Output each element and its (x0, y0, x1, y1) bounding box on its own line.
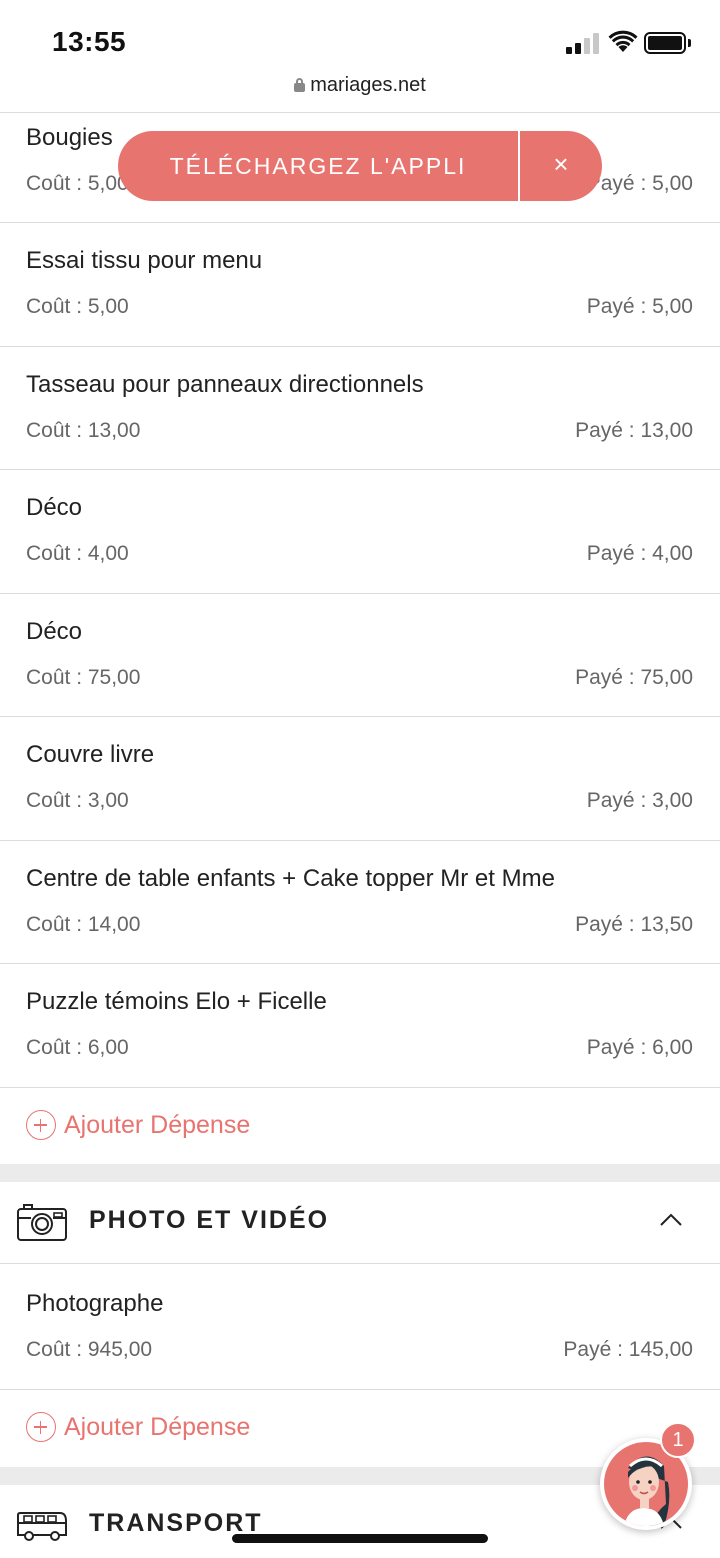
signal-icon (566, 32, 600, 54)
expense-row[interactable]: Puzzle témoins Elo + Ficelle Coût : 6,00… (0, 964, 720, 1088)
expense-row[interactable]: Couvre livre Coût : 3,00 Payé : 3,00 (0, 717, 720, 841)
chevron-up-icon[interactable] (658, 1212, 684, 1228)
add-expense-button[interactable]: Ajouter Dépense (26, 1412, 250, 1442)
expense-paid: Payé : 5,00 (586, 172, 693, 195)
expense-cost: Coût : 945,00 (26, 1338, 153, 1361)
expense-name: Couvre livre (26, 741, 155, 768)
expense-paid: Payé : 13,50 (575, 913, 693, 936)
wifi-icon (608, 30, 638, 52)
app-download-banner: TÉLÉCHARGEZ L'APPLI × (118, 131, 602, 201)
add-expense-label: Ajouter Dépense (64, 1412, 251, 1441)
expense-row[interactable]: Tasseau pour panneaux directionnels Coût… (0, 347, 720, 470)
expense-name: Photographe (26, 1290, 164, 1317)
add-expense-label: Ajouter Dépense (64, 1110, 251, 1139)
expense-cost: Coût : 13,00 (26, 419, 141, 442)
expense-row[interactable]: Déco Coût : 75,00 Payé : 75,00 (0, 594, 720, 717)
expense-cost: Coût : 14,00 (26, 913, 141, 936)
expense-cost: Coût : 5,00 (26, 172, 129, 195)
lock-icon (294, 78, 306, 92)
expense-name: Centre de table enfants + Cake topper Mr… (26, 865, 555, 892)
add-expense-button[interactable]: Ajouter Dépense (26, 1110, 250, 1140)
plus-circle-icon (26, 1110, 56, 1140)
expense-cost: Coût : 75,00 (26, 666, 141, 689)
notification-badge: 1 (660, 1422, 696, 1458)
expense-row[interactable]: Déco Coût : 4,00 Payé : 4,00 (0, 470, 720, 594)
expense-row[interactable]: Centre de table enfants + Cake topper Mr… (0, 841, 720, 964)
plus-circle-icon (26, 1412, 56, 1442)
expense-name: Déco (26, 494, 83, 521)
expense-name: Bougies (26, 124, 113, 151)
bus-icon (17, 1512, 67, 1541)
expense-cost: Coût : 3,00 (26, 789, 129, 812)
section-title: PHOTO ET VIDÉO (89, 1206, 330, 1234)
download-app-button[interactable]: TÉLÉCHARGEZ L'APPLI (118, 131, 518, 201)
expense-paid: Payé : 145,00 (563, 1338, 693, 1361)
expense-paid: Payé : 4,00 (586, 542, 693, 565)
expense-name: Tasseau pour panneaux directionnels (26, 371, 424, 398)
expense-paid: Payé : 6,00 (586, 1036, 693, 1059)
expense-paid: Payé : 5,00 (586, 295, 693, 318)
battery-icon (644, 32, 686, 54)
home-indicator (232, 1534, 488, 1543)
section-divider (0, 1164, 720, 1182)
expense-cost: Coût : 4,00 (26, 542, 129, 565)
expense-paid: Payé : 75,00 (575, 666, 693, 689)
expense-cost: Coût : 6,00 (26, 1036, 129, 1059)
camera-icon (17, 1204, 67, 1241)
close-banner-button[interactable]: × (520, 131, 602, 201)
url-bar[interactable]: mariages.net (0, 74, 720, 97)
expense-cost: Coût : 5,00 (26, 295, 129, 318)
expense-name: Essai tissu pour menu (26, 247, 263, 274)
status-time: 13:55 (52, 26, 127, 57)
expense-paid: Payé : 13,00 (575, 419, 693, 442)
expense-name: Puzzle témoins Elo + Ficelle (26, 988, 327, 1015)
expense-name: Déco (26, 618, 83, 645)
status-bar: 13:55 (0, 0, 720, 70)
url-text: mariages.net (310, 74, 426, 96)
section-header-photo[interactable]: PHOTO ET VIDÉO (0, 1182, 720, 1264)
expense-row[interactable]: Photographe Coût : 945,00 Payé : 145,00 (0, 1266, 720, 1390)
expense-paid: Payé : 3,00 (586, 789, 693, 812)
expense-row[interactable]: Essai tissu pour menu Coût : 5,00 Payé :… (0, 223, 720, 347)
